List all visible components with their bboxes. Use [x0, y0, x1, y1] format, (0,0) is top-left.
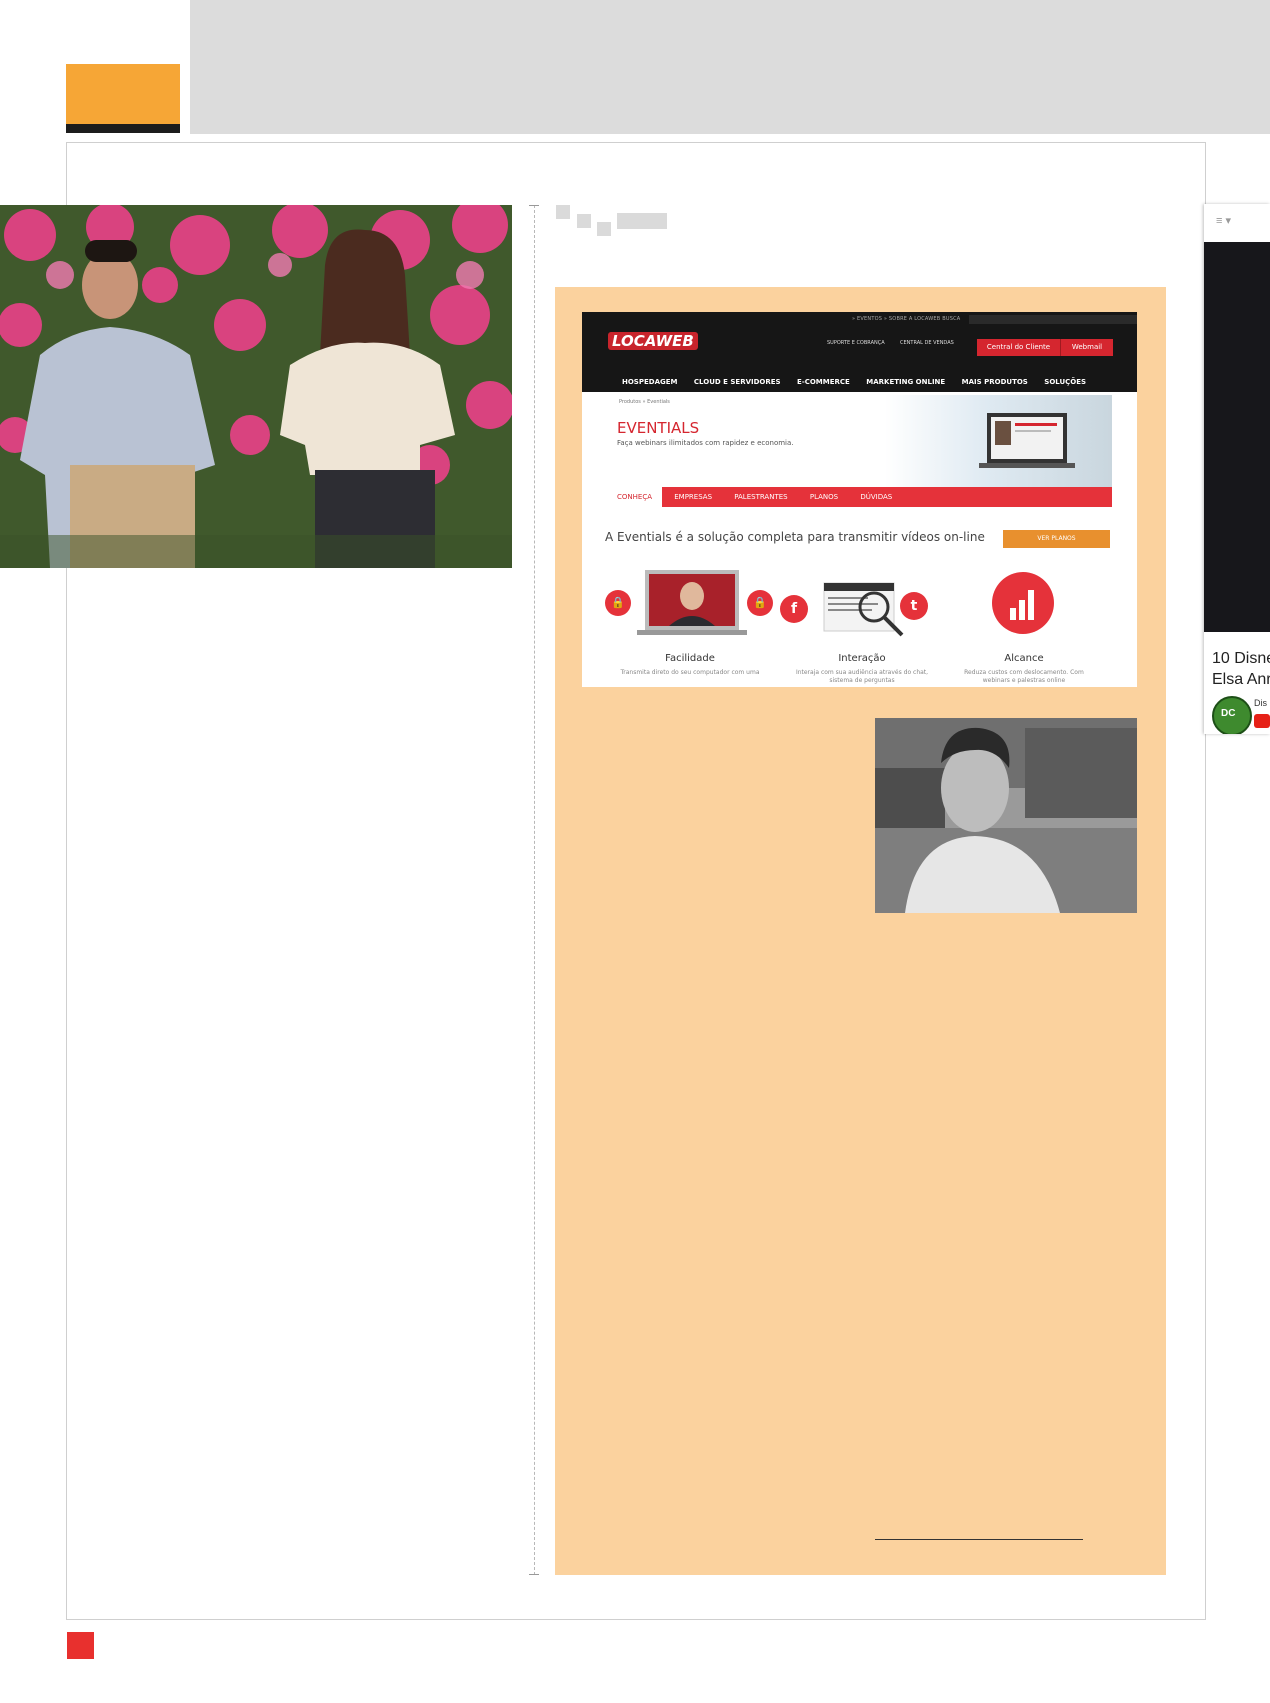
site-tab: EMPRESAS: [674, 493, 713, 501]
section-tab-underline: [66, 124, 180, 133]
video-thumbnail: [1204, 242, 1270, 632]
site-tab: PLANOS: [809, 493, 839, 501]
channel-avatar-text: DC: [1221, 708, 1236, 719]
feature-label: Facilidade: [665, 653, 715, 664]
feature-desc: Reduza custos com deslocamento. Com webi…: [964, 669, 1084, 684]
feature-desc: Interaja com sua audiência através do ch…: [795, 669, 929, 684]
heading-block: [617, 213, 667, 229]
heading-block: [556, 205, 570, 219]
site-hero: Produtos » Eventials EVENTIALS Faça webi…: [607, 395, 1112, 487]
heading-block: [577, 214, 591, 228]
photo-couple-flowers: [0, 205, 512, 568]
site-nav-item: E-COMMERCE: [797, 378, 850, 386]
site-nav-item: HOSPEDAGEM: [622, 378, 678, 386]
site-nav-item: SOLUÇÕES: [1044, 378, 1087, 386]
channel-name: Dis: [1254, 698, 1267, 708]
site-search-bar: [969, 315, 1137, 324]
header-band: [190, 0, 1270, 134]
twitter-icon: t: [900, 592, 928, 620]
site-tab: PALESTRANTES: [734, 493, 788, 501]
site-top-links: » EVENTOS » SOBRE A LOCAWEB BUSCA: [852, 316, 961, 322]
video-card-cropped: ≡ ▾ 10 Disne Elsa Anr DC Dis: [1204, 204, 1270, 734]
signature-rule: [875, 1539, 1083, 1540]
chat-magnifier-illustration: [823, 582, 904, 637]
column-divider: [534, 205, 535, 1575]
youtube-icon: [1254, 714, 1270, 728]
site-nav-item: CLOUD E SERVIDORES: [693, 378, 781, 386]
site-product-subtitle: Faça webinars ilimitados com rapidez e e…: [617, 439, 794, 447]
locaweb-logo: LOCAWEB: [608, 332, 698, 350]
site-tagline: A Eventials é a solução completa para tr…: [605, 530, 985, 544]
site-vendas-link: CENTRAL DE VENDAS: [900, 340, 954, 346]
site-tab: CONHEÇA: [607, 487, 662, 507]
site-suporte-link: SUPORTE E COBRANÇA: [827, 340, 885, 346]
laptop-presenter-illustration: [637, 570, 747, 635]
site-tabs: CONHEÇA EMPRESAS PALESTRANTES PLANOS DÚV…: [607, 487, 1112, 507]
site-nav: HOSPEDAGEM CLOUD E SERVIDORES E-COMMERCE…: [622, 378, 1100, 386]
lock-icon: 🔒: [747, 590, 773, 616]
site-central-cliente-button: Central do Cliente: [977, 339, 1060, 356]
feature-label: Alcance: [1004, 653, 1044, 664]
site-nav-item: MAIS PRODUTOS: [961, 378, 1028, 386]
page-marker: [67, 1632, 94, 1659]
site-ver-planos-button: VER PLANOS: [1003, 530, 1110, 548]
facebook-icon: f: [780, 595, 808, 623]
laptop-illustration: [979, 413, 1075, 468]
channel-avatar: DC: [1212, 696, 1252, 734]
divider-cap-bottom: [529, 1574, 539, 1575]
section-tab: [66, 64, 180, 126]
feature-desc: Transmita direto do seu computador com u…: [620, 669, 760, 676]
site-tab: DÚVIDAS: [860, 493, 893, 501]
video-title: Elsa Anr: [1212, 671, 1270, 688]
video-title: 10 Disne: [1212, 650, 1270, 667]
heading-block: [597, 222, 611, 236]
website-screenshot: » EVENTOS » SOBRE A LOCAWEB BUSCA LOCAWE…: [582, 312, 1137, 687]
chart-icon: [992, 572, 1054, 634]
site-webmail-button: Webmail: [1060, 339, 1113, 356]
lock-icon: 🔒: [605, 590, 631, 616]
site-breadcrumb: Produtos » Eventials: [619, 399, 670, 405]
portrait-photo: [875, 718, 1137, 913]
site-nav-item: MARKETING ONLINE: [866, 378, 946, 386]
site-product-title: EVENTIALS: [617, 419, 700, 437]
menu-icon: ≡ ▾: [1216, 215, 1231, 227]
feature-label: Interação: [838, 653, 886, 664]
divider-cap-top: [529, 205, 539, 206]
